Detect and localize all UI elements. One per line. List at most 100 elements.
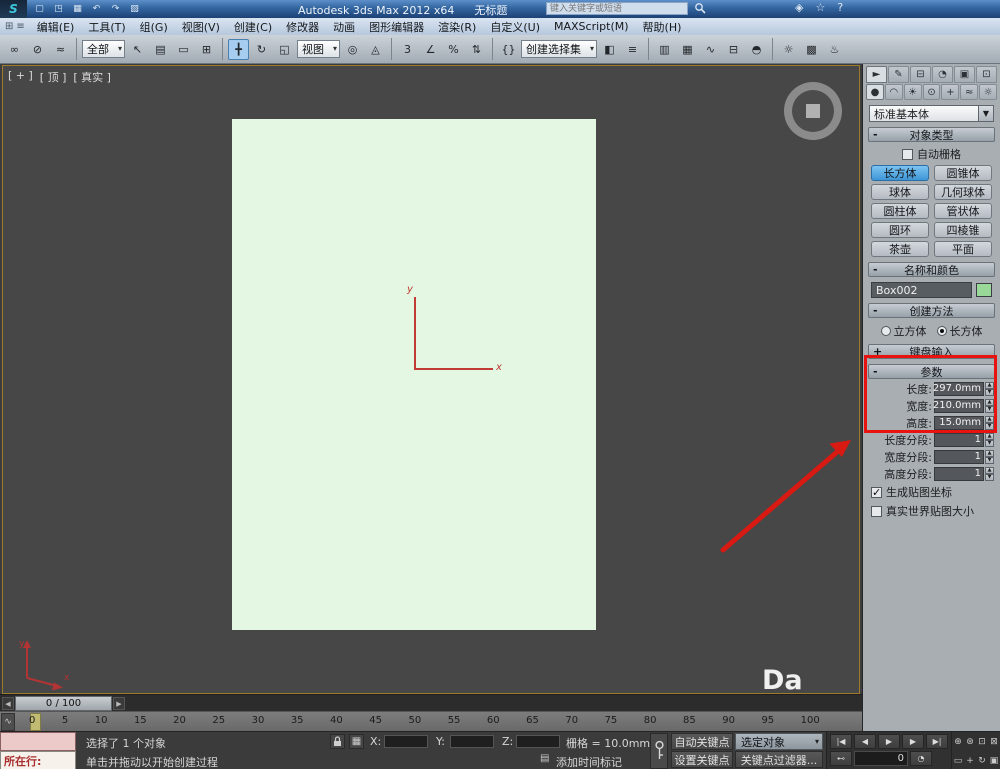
primitive-category-dropdown[interactable]: 标准基本体 ▼ xyxy=(869,105,994,122)
next-frame-button[interactable]: ▶ xyxy=(902,734,924,749)
zoom-region-button[interactable]: ▭ xyxy=(952,751,964,769)
button-box[interactable]: 长方体 xyxy=(871,165,929,181)
viewcube-top-face[interactable] xyxy=(806,104,820,118)
time-slider[interactable]: ◀ 0 / 100 ▶ xyxy=(0,694,862,711)
layer-manager-icon[interactable]: ▥ xyxy=(654,39,675,60)
zoom-extents-button[interactable]: ⊡ xyxy=(976,732,988,751)
tab-create[interactable]: ► xyxy=(866,66,887,83)
save-file-icon[interactable]: ▦ xyxy=(70,1,85,16)
button-tube[interactable]: 管状体 xyxy=(934,203,992,219)
radio-cube[interactable]: 立方体 xyxy=(880,323,927,339)
mini-curve-editor-button[interactable]: ∿ xyxy=(1,713,15,731)
menu-item[interactable]: 动画 xyxy=(326,18,362,35)
menu-item[interactable]: 组(G) xyxy=(133,18,175,35)
button-geosphere[interactable]: 几何球体 xyxy=(934,184,992,200)
time-slider-prev-icon[interactable]: ◀ xyxy=(2,697,14,710)
button-sphere[interactable]: 球体 xyxy=(871,184,929,200)
align-icon[interactable]: ≡ xyxy=(622,39,643,60)
category-geometry[interactable]: ● xyxy=(866,84,884,100)
rollout-name-and-color[interactable]: - 名称和颜色 xyxy=(868,262,995,277)
real-world-map-size-checkbox[interactable]: 真实世界贴图大小 xyxy=(871,503,1000,519)
use-pivot-center-icon[interactable]: ◎ xyxy=(342,39,363,60)
menu-item[interactable]: 修改器 xyxy=(279,18,326,35)
menu-item[interactable]: MAXScript(M) xyxy=(547,18,636,35)
z-coordinate-field[interactable] xyxy=(516,735,560,748)
autogrid-checkbox[interactable]: 自动栅格 xyxy=(863,146,1000,162)
rect-selection-region-icon[interactable]: ▭ xyxy=(173,39,194,60)
tab-display[interactable]: ▣ xyxy=(954,66,975,83)
reference-coord-dropdown[interactable]: 视图 xyxy=(297,40,340,58)
button-teapot[interactable]: 茶壶 xyxy=(871,241,929,257)
curve-editor-icon[interactable]: ∿ xyxy=(700,39,721,60)
scene-explorer-icon[interactable]: ≡ xyxy=(16,21,24,32)
category-lights[interactable]: ☀ xyxy=(903,84,922,100)
named-selection-dropdown[interactable]: 创建选择集 xyxy=(521,40,597,58)
key-mode-button[interactable]: ⊷ xyxy=(830,751,852,766)
category-systems[interactable]: ☼ xyxy=(979,84,998,100)
help-icon[interactable]: ? xyxy=(837,1,843,14)
menu-item[interactable]: 工具(T) xyxy=(81,18,132,35)
spinner[interactable]: ▲ ▼ xyxy=(985,449,994,464)
y-coordinate-field[interactable] xyxy=(450,735,494,748)
percent-snap-icon[interactable]: % xyxy=(443,39,464,60)
window-crossing-icon[interactable]: ⊞ xyxy=(196,39,217,60)
button-torus[interactable]: 圆环 xyxy=(871,222,929,238)
button-cone[interactable]: 圆锥体 xyxy=(934,165,992,181)
selection-filter-dropdown[interactable]: 全部 xyxy=(82,40,125,58)
viewcube[interactable] xyxy=(784,82,842,140)
absolute-mode-icon[interactable]: ▦ xyxy=(349,734,364,749)
mirror-icon[interactable]: ◧ xyxy=(599,39,620,60)
object-color-swatch[interactable] xyxy=(976,283,992,297)
render-setup-icon[interactable]: ☼ xyxy=(778,39,799,60)
key-filter-selection-dropdown[interactable]: 选定对象 xyxy=(735,733,823,750)
radio-box[interactable]: 长方体 xyxy=(936,323,983,339)
material-editor-icon[interactable]: ◓ xyxy=(746,39,767,60)
menu-item[interactable]: 创建(C) xyxy=(227,18,279,35)
rollout-object-type[interactable]: - 对象类型 xyxy=(868,127,995,142)
maximize-viewport-button[interactable]: ▣ xyxy=(988,751,1000,769)
select-by-name-icon[interactable]: ▤ xyxy=(150,39,171,60)
object-name-input[interactable]: Box002 xyxy=(871,282,972,298)
tab-modify[interactable]: ✎ xyxy=(888,66,909,83)
menu-item[interactable]: 渲染(R) xyxy=(431,18,483,35)
bind-to-spacewarp-icon[interactable]: ≈ xyxy=(50,39,71,60)
menu-item[interactable]: 视图(V) xyxy=(175,18,227,35)
unlink-selection-icon[interactable]: ⊘ xyxy=(27,39,48,60)
x-coordinate-field[interactable] xyxy=(384,735,428,748)
zoom-button[interactable]: ⊕ xyxy=(952,732,964,751)
category-helpers[interactable]: + xyxy=(941,84,960,100)
play-button[interactable]: ▶ xyxy=(878,734,900,749)
communication-center-icon[interactable]: ◈ xyxy=(795,1,803,14)
time-slider-next-icon[interactable]: ▶ xyxy=(113,697,125,710)
spinner-snap-icon[interactable]: ⇅ xyxy=(466,39,487,60)
viewport-general-menu[interactable]: [ + ] xyxy=(8,69,33,85)
selection-lock-icon[interactable] xyxy=(330,734,345,749)
track-bar[interactable]: ∿ 0 5 10 15 20 25 30 35 40 45 50 55 60 65 70 75 80 85 90 95… xyxy=(0,711,862,731)
select-and-rotate-icon[interactable]: ↻ xyxy=(251,39,272,60)
current-frame-field[interactable]: 0 xyxy=(854,751,908,766)
goto-start-button[interactable]: |◀ xyxy=(830,734,852,749)
select-object-icon[interactable]: ↖ xyxy=(127,39,148,60)
button-plane[interactable]: 平面 xyxy=(934,241,992,257)
orbit-button[interactable]: ↻ xyxy=(976,751,988,769)
select-and-link-icon[interactable]: ∞ xyxy=(4,39,25,60)
dropdown-arrow-icon[interactable]: ▼ xyxy=(978,106,993,121)
zoom-all-button[interactable]: ⊛ xyxy=(964,732,976,751)
prev-frame-button[interactable]: ◀ xyxy=(854,734,876,749)
viewport-top[interactable]: [ + ] [ 顶 ] [ 真实 ] y x y x xyxy=(2,65,860,694)
snap-toggle-3d-icon[interactable]: 3 xyxy=(397,39,418,60)
category-cameras[interactable]: ⊙ xyxy=(922,84,941,100)
param-value-field[interactable]: 1 xyxy=(934,432,984,447)
redo-icon[interactable]: ↷ xyxy=(108,1,123,16)
schematic-view-icon[interactable]: ⊟ xyxy=(723,39,744,60)
maxscript-mini-listener-pink[interactable] xyxy=(0,732,76,751)
graphite-ribbon-icon[interactable]: ▦ xyxy=(677,39,698,60)
generate-mapping-coords-checkbox[interactable]: 生成贴图坐标 xyxy=(871,484,1000,500)
param-value-field[interactable]: 1 xyxy=(934,449,984,464)
spinner[interactable]: ▲ ▼ xyxy=(985,466,994,481)
pan-button[interactable]: + xyxy=(964,751,976,769)
rollout-creation-method[interactable]: - 创建方法 xyxy=(868,303,995,318)
created-box-object[interactable] xyxy=(232,119,596,630)
auto-key-button[interactable]: 自动关键点 xyxy=(671,733,733,750)
select-and-scale-icon[interactable]: ◱ xyxy=(274,39,295,60)
